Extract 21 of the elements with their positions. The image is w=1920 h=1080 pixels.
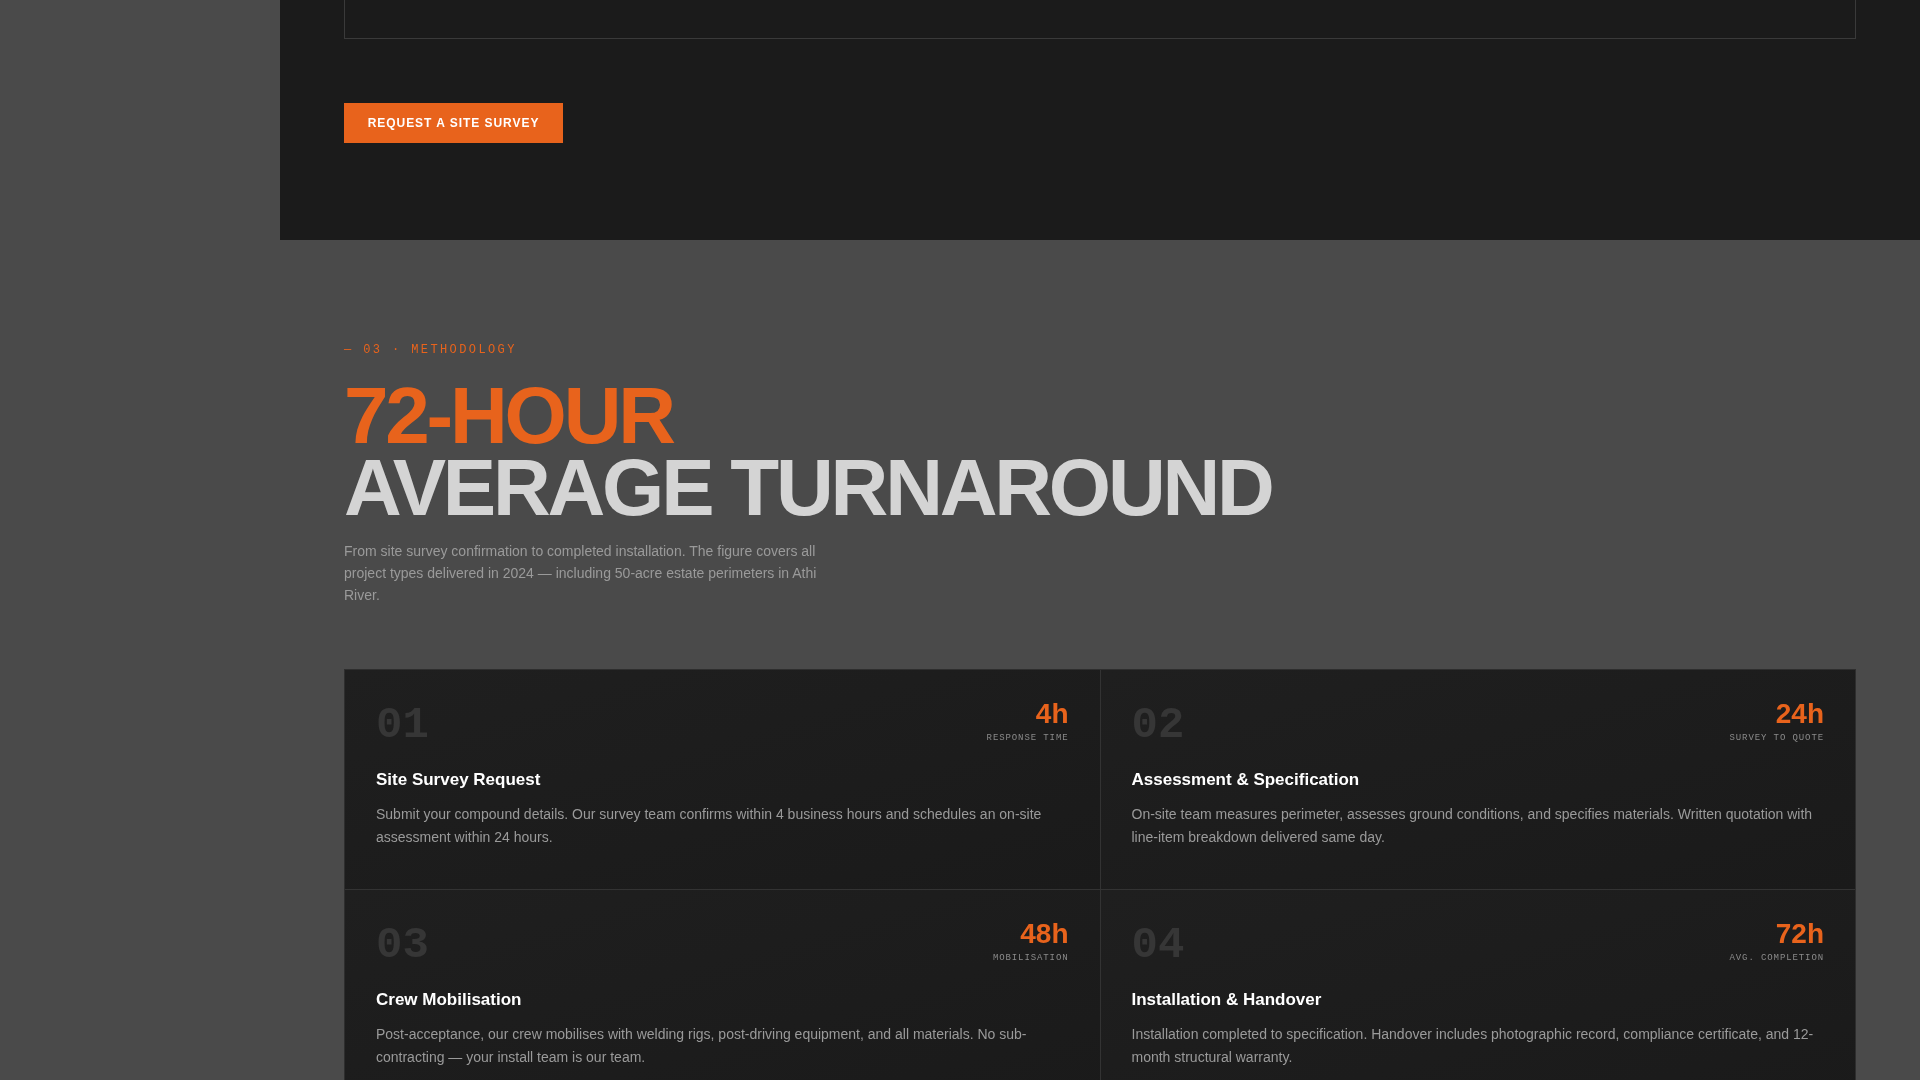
section-heading: AVERAGE TURNAROUND <box>344 452 1272 524</box>
step-time: 48h <box>1020 918 1069 950</box>
section-eyebrow: — 03 · METHODOLOGY <box>344 342 518 358</box>
step-title: Site Survey Request <box>376 769 542 791</box>
step-title: Crew Mobilisation <box>376 989 523 1011</box>
step-time-label: MOBILISATION <box>992 952 1069 965</box>
step-time-label: AVG. COMPLETION <box>1729 952 1824 965</box>
step-time: 72h <box>1775 918 1824 950</box>
step-time: 24h <box>1775 698 1824 730</box>
step-description: On-site team measures perimeter, assesses ground conditions, and specifies materials. Written quotation with line-item breakdown delivered same day. <box>1131 805 1814 847</box>
step-description: Post-acceptance, our crew mobilises with welding rigs, post-driving equipment, and all materials. No sub-contracting — your install team is our team. <box>376 1025 1028 1067</box>
section-description: From site survey confirmation to completed installation. The figure covers all project types delivered in 2024 — including 50-acre estate perimeters in Athi River. <box>344 542 818 605</box>
request-survey-button[interactable]: REQUEST A SITE SURVEY <box>344 103 563 143</box>
step-title: Assessment & Specification <box>1131 769 1361 791</box>
step-description: Submit your compound details. Our survey team confirms within 4 business hours and schedules an on-site assessment within 24 hours. <box>376 805 1043 847</box>
step-time-label: SURVEY TO QUOTE <box>1729 732 1824 745</box>
step-time: 4h <box>1035 698 1069 730</box>
step-time-label: RESPONSE TIME <box>986 732 1069 745</box>
heading-accent: 72-HOUR <box>344 380 673 452</box>
step-title: Installation & Handover <box>1131 989 1323 1011</box>
step-description: Installation completed to specification. Handover includes photographic record, compliance certificate, and 12-month structural warranty. <box>1131 1025 1815 1067</box>
